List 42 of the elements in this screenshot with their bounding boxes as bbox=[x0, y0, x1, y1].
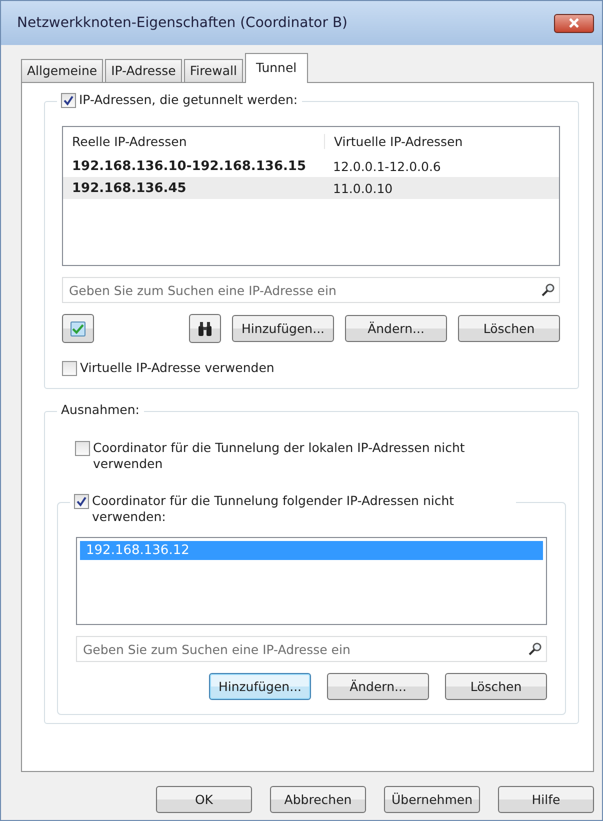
close-button[interactable] bbox=[554, 14, 594, 32]
tab[interactable]: IP-Adresse bbox=[105, 59, 182, 82]
search-field[interactable]: Geben Sie zum Suchen eine IP-Adresse ein bbox=[76, 636, 547, 662]
tab[interactable]: Firewall bbox=[184, 59, 243, 82]
placeholder-text: Geben Sie zum Suchen eine IP-Adresse ein bbox=[83, 642, 350, 656]
tab[interactable]: Allgemeine bbox=[21, 59, 104, 82]
checkbox[interactable] bbox=[75, 441, 90, 456]
column-header[interactable]: Reelle IP-Adressen bbox=[63, 134, 325, 148]
checkbox-label: Virtuelle IP-Adresse verwenden bbox=[80, 360, 274, 376]
button[interactable]: Übernehmen bbox=[384, 786, 480, 813]
button[interactable]: Ändern... bbox=[327, 673, 429, 700]
table-cell-text: 192.168.136.10-192.168.136.15 bbox=[71, 158, 308, 174]
checkbox[interactable] bbox=[62, 361, 77, 376]
window-title: Netzwerkknoten-Eigenschaften (Coordinator B) bbox=[17, 15, 348, 31]
button[interactable]: OK bbox=[156, 786, 252, 813]
close-icon bbox=[568, 18, 580, 28]
button[interactable]: Ändern... bbox=[345, 315, 447, 342]
button[interactable]: Löschen bbox=[445, 673, 547, 700]
checkbox-label: Coordinator für die Tunnelung folgender IP-Adressen nicht verwenden: bbox=[92, 493, 456, 525]
check-document-button[interactable] bbox=[62, 314, 94, 343]
checkbox[interactable] bbox=[74, 494, 89, 509]
button[interactable]: Hinzufügen... bbox=[232, 315, 334, 342]
search-field[interactable]: Geben Sie zum Suchen eine IP-Adresse ein bbox=[62, 277, 560, 303]
binoculars-button[interactable] bbox=[189, 314, 221, 343]
placeholder-text: Geben Sie zum Suchen eine IP-Adresse ein bbox=[69, 282, 336, 298]
check-document-icon bbox=[69, 320, 87, 338]
tab[interactable]: Tunnel bbox=[244, 53, 308, 83]
search-icon bbox=[528, 642, 542, 656]
binoculars-icon bbox=[197, 320, 213, 336]
checkbox[interactable] bbox=[61, 93, 76, 108]
search-icon bbox=[541, 283, 555, 297]
button[interactable]: Hinzufügen... bbox=[209, 673, 311, 700]
button[interactable]: Hilfe bbox=[498, 786, 594, 813]
column-header[interactable]: Virtuelle IP-Adressen bbox=[325, 134, 463, 148]
table-cell-text: 11.0.0.10 bbox=[332, 180, 393, 196]
table-cell-text: 12.0.0.1-12.0.0.6 bbox=[332, 158, 441, 174]
button[interactable]: Abbrechen bbox=[270, 786, 366, 813]
group-title: Ausnahmen: bbox=[61, 402, 140, 418]
checkbox-label: IP-Adressen, die getunnelt werden: bbox=[79, 92, 298, 108]
button[interactable]: Löschen bbox=[458, 315, 560, 342]
checkbox-label: Coordinator für die Tunnelung der lokalen IP-Adressen nicht verwenden bbox=[93, 440, 466, 472]
table-cell-text: 192.168.136.45 bbox=[71, 180, 188, 196]
